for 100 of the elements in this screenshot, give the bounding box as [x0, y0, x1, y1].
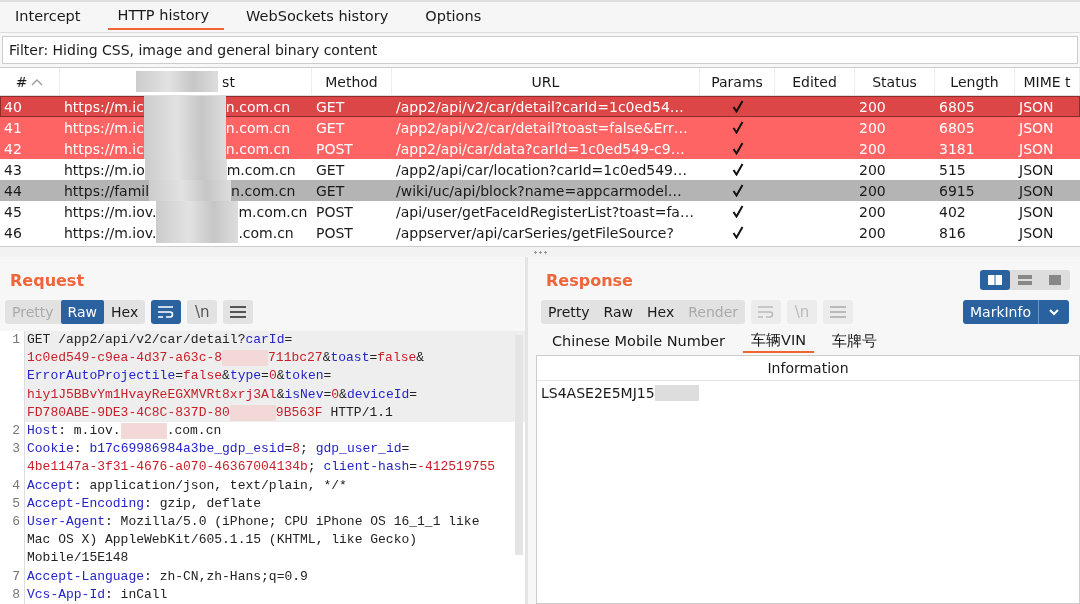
scrollbar[interactable]	[515, 335, 523, 555]
table-cell: 3181	[939, 140, 975, 157]
view-tab[interactable]: Pretty	[541, 300, 597, 324]
table-cell: /app2/api/car/location?carId=1c0ed549…	[396, 161, 687, 178]
tab[interactable]: 车辆VIN	[742, 329, 814, 353]
table-cell: /appserver/api/carSeries/getFileSource?	[396, 224, 674, 241]
column-header[interactable]: MIME t	[1023, 73, 1071, 90]
wrap-button[interactable]	[151, 300, 182, 324]
table-cell: https://m.iov.	[64, 203, 157, 220]
table-cell: https://m.iov.	[64, 224, 157, 241]
table-cell: 200	[859, 98, 886, 115]
code-text: 1c0ed549-c9ea-4d37-a63c-8	[27, 349, 223, 368]
table-cell: 816	[939, 224, 966, 241]
redacted-blur	[229, 404, 276, 421]
code-text: 4be1147a-3f31-4676-a070-46367004134b; client-hash=-412519755	[27, 458, 496, 477]
column-header[interactable]: st	[222, 73, 235, 90]
table-cell: POST	[316, 224, 353, 241]
table-cell: 6805	[939, 119, 975, 136]
square-icon	[1047, 273, 1063, 287]
view-tab[interactable]: Hex	[640, 300, 682, 324]
table-cell: GET	[316, 98, 345, 115]
view-tab[interactable]: Raw	[596, 300, 640, 324]
table-cell: /app2/api/car/data?carId=1c0ed549-c9…	[396, 140, 685, 157]
panel-title: Request	[9, 270, 86, 292]
table-cell: 46	[4, 224, 22, 241]
chevron-down-icon	[1048, 308, 1060, 316]
table-cell: 200	[859, 182, 886, 199]
tab[interactable]: 车牌号	[824, 329, 885, 353]
table-cell: POST	[316, 203, 353, 220]
table-cell: 6805	[939, 98, 975, 115]
table-cell: https://famil	[64, 182, 150, 199]
table-cell: POST	[316, 140, 353, 157]
wrap-icon	[757, 305, 775, 319]
table-cell: /api/user/getFaceIdRegisterList?toast=fa…	[396, 203, 694, 220]
menu-icon	[229, 305, 248, 319]
code-text: Mobile/15E148	[27, 549, 129, 568]
splitter-grip[interactable]	[533, 250, 547, 254]
table-row[interactable]: 44 https://famil n.com.cn GET /wiki/uc/api/block?name=appcarmodel… 200 6915 JSON	[0, 180, 1080, 201]
table-cell: n.com.cn	[225, 98, 291, 115]
menu-button[interactable]	[223, 300, 254, 324]
table-cell: n.com.cn	[231, 182, 296, 199]
column-header[interactable]: URL	[531, 73, 560, 90]
table-cell: GET	[316, 161, 345, 178]
view-tab[interactable]: Raw	[60, 300, 104, 324]
table-cell: 41	[4, 119, 22, 136]
column-header[interactable]: Method	[325, 73, 378, 90]
column-header[interactable]: Params	[711, 73, 763, 90]
table-cell: m.com.cn	[226, 161, 296, 178]
code-text: GET /app2/api/v2/car/detail?carId=	[27, 331, 293, 349]
table-cell: n.com.cn	[225, 140, 291, 157]
table-cell: https://m.io	[64, 161, 145, 178]
table-cell[interactable]: LS4ASE2E5MJ15	[541, 385, 655, 401]
tab[interactable]: Chinese Mobile Number	[544, 329, 733, 353]
code-text: Accept-Encoding: gzip, deflate	[27, 494, 262, 513]
column-header[interactable]: Status	[872, 73, 917, 90]
table-cell: /app2/api/v2/car/detail?toast=false&Err…	[396, 119, 688, 136]
newline-button[interactable]: \n	[187, 300, 218, 324]
table-cell: .com.cn	[238, 224, 294, 241]
code-text: ErrorAutoProjectile=false&type=0&token=	[27, 367, 332, 386]
table-cell: JSON	[1019, 182, 1054, 199]
rows-icon	[1017, 273, 1033, 287]
table-cell: 200	[859, 203, 886, 220]
column-header[interactable]: #	[15, 73, 28, 90]
table-cell: 6915	[939, 182, 975, 199]
table-cell: /app2/api/v2/car/detail?carId=1c0ed54…	[396, 98, 684, 115]
table-row[interactable]: 40 https://m.ic n.com.cn GET /app2/api/v2/car/detail?carId=1c0ed54… 200 6805 JSON	[0, 96, 1080, 117]
code-text: FD780ABE-9DE3-4C8C-837D-80	[27, 403, 230, 422]
column-header[interactable]: Length	[950, 73, 999, 90]
table-cell: JSON	[1019, 161, 1054, 178]
view-tab[interactable]: Hex	[104, 300, 146, 324]
panel-title: Response	[545, 270, 633, 292]
table-cell: 45	[4, 203, 22, 220]
tab[interactable]: Intercept	[5, 2, 96, 30]
tab[interactable]: WebSockets history	[236, 2, 404, 30]
code-text: .com.cn	[166, 422, 222, 440]
table-cell: 43	[4, 161, 22, 178]
column-header: Information	[767, 360, 849, 376]
table-cell: 200	[859, 119, 886, 136]
table-cell: 200	[859, 140, 886, 157]
code-text: Vcs-App-Id: inCall	[27, 585, 168, 604]
layout-button[interactable]	[980, 270, 1010, 290]
code-text: Accept: application/json, text/plain, */*	[27, 476, 347, 495]
code-editor[interactable]	[0, 331, 525, 604]
table-cell: GET	[316, 182, 345, 199]
table-cell: https://m.ic	[64, 140, 144, 157]
code-text: hiy1J5BBvYm1HvayReEGXMVRt8xrj3Al&isNev=0&deviceId=	[27, 385, 418, 404]
table-cell: GET	[316, 119, 345, 136]
table-cell: 44	[4, 182, 22, 199]
tab[interactable]: HTTP history	[107, 2, 225, 30]
filter-bar[interactable]: Filter: Hiding CSS, image and general binary content	[2, 36, 1078, 64]
table-cell: 200	[859, 224, 886, 241]
table-cell: https://m.ic	[64, 119, 144, 136]
table-cell: JSON	[1019, 98, 1054, 115]
code-text: Mac OS X) AppleWebKit/605.1.15 (KHTML, like Gecko)	[27, 531, 418, 550]
column-header[interactable]: Edited	[792, 73, 837, 90]
table-cell: 200	[859, 161, 886, 178]
code-text: Cookie: b17c69986984a3be_gdp_esid=8; gdp_user_id=	[27, 440, 410, 459]
table-cell: 515	[939, 161, 966, 178]
code-text: 9B563F HTTP/1.1	[275, 403, 393, 422]
tab[interactable]: Options	[415, 2, 497, 30]
